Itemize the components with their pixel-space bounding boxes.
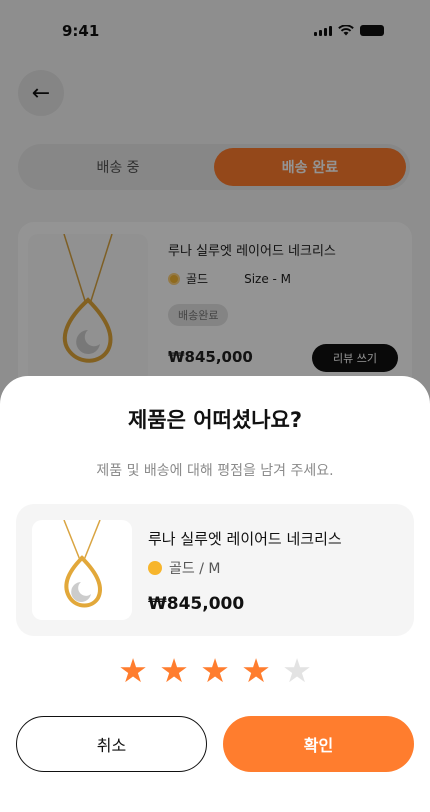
star-icon[interactable]: ★ [118, 654, 148, 687]
product-image [32, 520, 132, 620]
gold-color-dot [148, 561, 162, 575]
cancel-button[interactable]: 취소 [16, 716, 207, 772]
product-price: ₩845,000 [148, 594, 245, 614]
star-icon[interactable]: ★ [159, 654, 189, 687]
star-icon[interactable]: ★ [241, 654, 271, 687]
product-option-text: 골드 / M [169, 561, 221, 577]
product-card: 루나 실루엣 레이어드 네크리스 골드 / M ₩845,000 [16, 504, 414, 636]
rating-bottom-sheet: 제품은 어떠셨나요? 제품 및 배송에 대해 평점을 남겨 주세요. 루나 실루… [0, 376, 430, 812]
sheet-title: 제품은 어떠셨나요? [127, 408, 303, 432]
sheet-subtitle: 제품 및 배송에 대해 평점을 남겨 주세요. [96, 463, 334, 479]
star-icon[interactable]: ★ [200, 654, 230, 687]
star-rating: ★ ★ ★ ★ ★ [0, 654, 430, 687]
necklace-image [63, 520, 102, 608]
star-icon[interactable]: ★ [282, 654, 312, 687]
product-option: 골드 / M [148, 558, 220, 578]
product-name: 루나 실루엣 레이어드 네크리스 [148, 530, 342, 548]
confirm-button[interactable]: 확인 [223, 716, 414, 772]
